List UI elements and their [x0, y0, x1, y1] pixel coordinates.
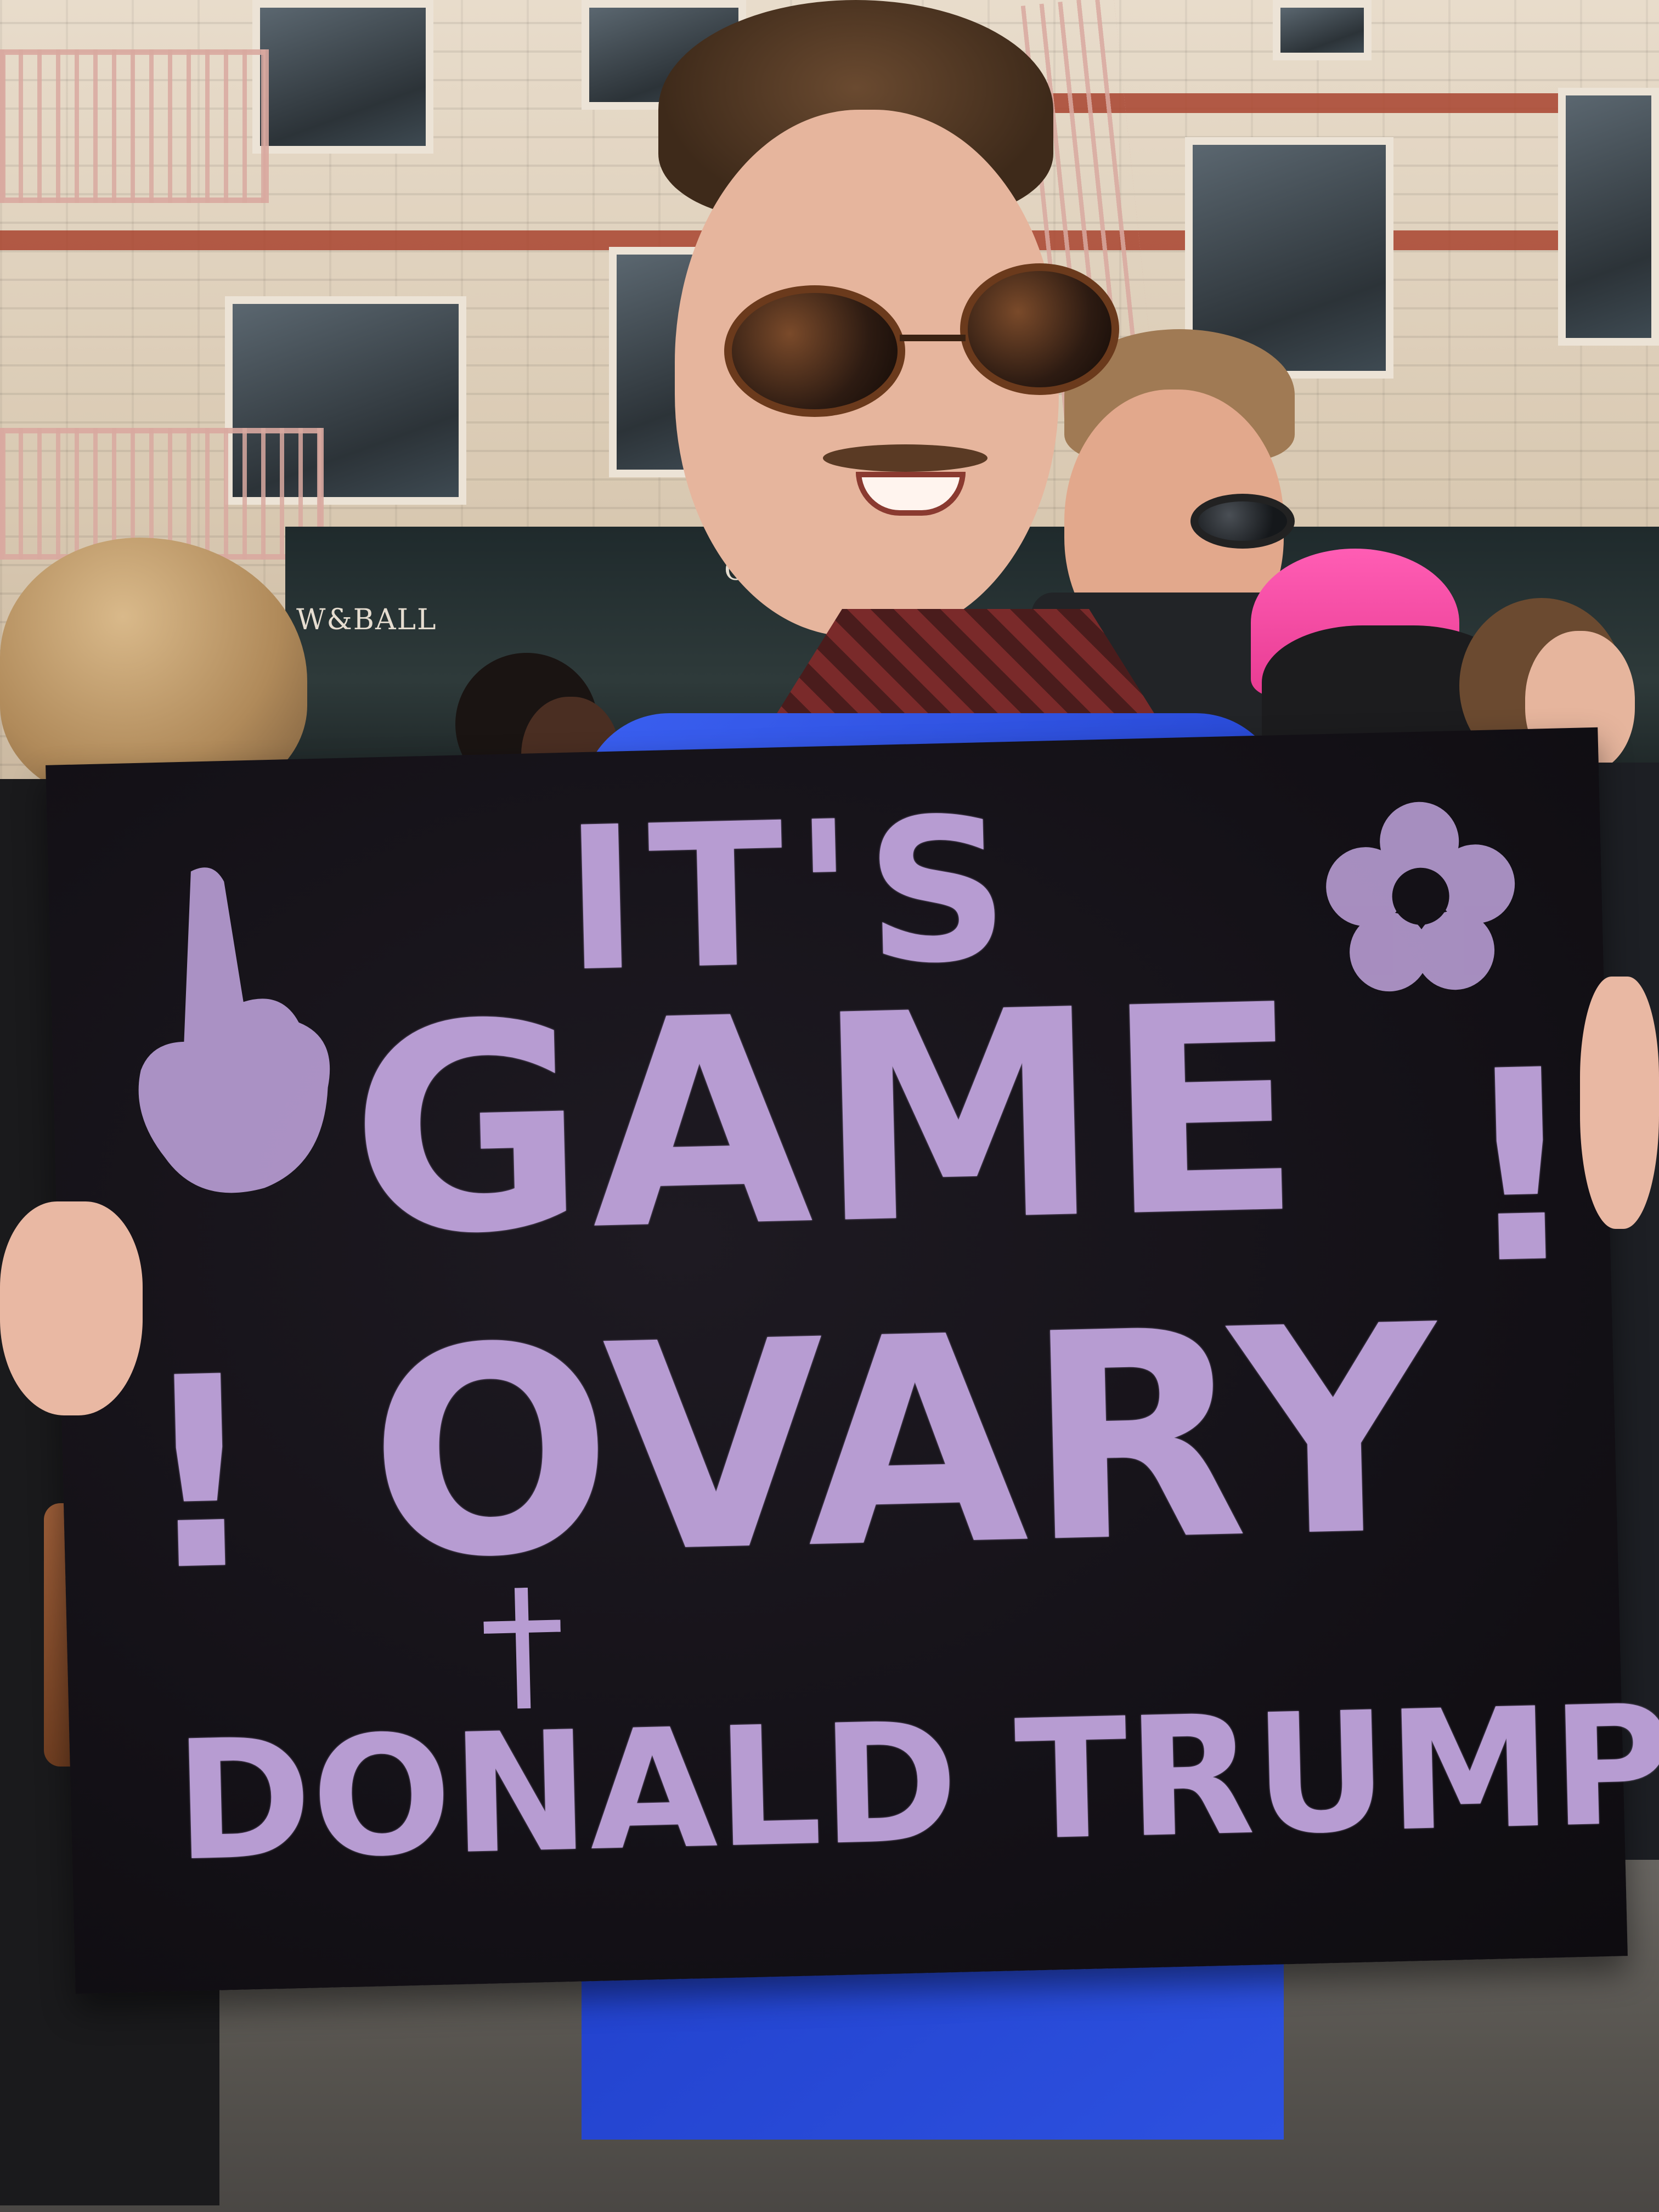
middle-finger-hand-icon — [138, 867, 330, 1193]
fire-escape-railing — [0, 49, 269, 203]
left-hand — [0, 1201, 143, 1415]
building-window — [252, 0, 433, 154]
flower-icon — [1326, 802, 1515, 992]
sign-line-game: GAME — [347, 943, 1311, 1299]
protest-sign-board: IT'S GAME ! ! OVARY DONALD TRUMP — [46, 727, 1659, 1994]
mustache — [823, 444, 988, 472]
exclaim-left: ! — [136, 1319, 264, 1630]
tortoiseshell-sunglasses-icon — [697, 252, 1125, 428]
sign-line-donald-trump: DONALD TRUMP — [173, 1669, 1659, 1898]
right-hand — [1580, 977, 1659, 1229]
building-window — [1558, 88, 1659, 346]
store-sign-left: W&BALL — [296, 603, 437, 636]
exclaim-right: ! — [1456, 1013, 1584, 1323]
sign-line-ovary: OVARY — [365, 1263, 1442, 1622]
